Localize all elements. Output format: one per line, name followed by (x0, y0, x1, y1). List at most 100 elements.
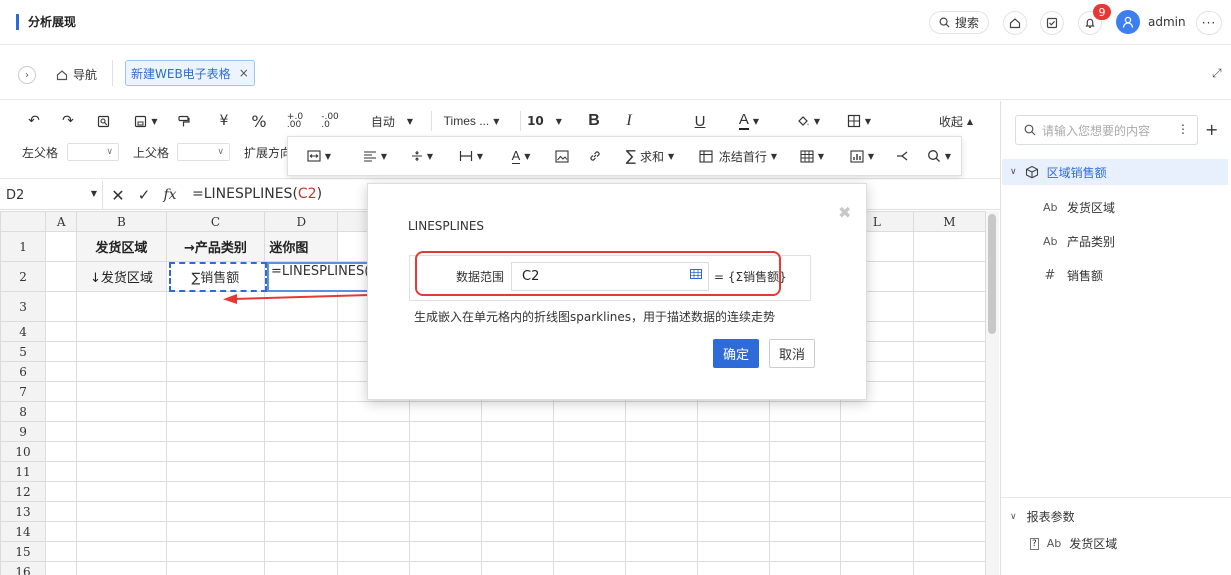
collapse-toolbar-button[interactable]: 收起 ▲ (933, 111, 979, 131)
grid-cell[interactable] (625, 441, 699, 462)
grid-cell[interactable] (839, 421, 914, 442)
column-header[interactable]: B (76, 211, 167, 232)
confirm-edit-icon[interactable]: ✓ (136, 186, 152, 204)
grid-cell[interactable] (337, 561, 411, 575)
grid-cell[interactable] (165, 481, 266, 502)
field-item[interactable]: Ab 产品类别 (1043, 233, 1115, 250)
home-button[interactable] (1003, 11, 1027, 35)
grid-cell[interactable] (697, 541, 770, 562)
grid-cell[interactable] (409, 461, 483, 482)
column-header[interactable]: M (912, 211, 986, 232)
grid-cell[interactable] (264, 361, 339, 382)
grid-cell[interactable] (165, 501, 266, 522)
grid-cell[interactable] (409, 421, 483, 442)
grid-cell[interactable] (553, 501, 627, 522)
add-dataset-icon[interactable]: + (1205, 120, 1218, 139)
row-header[interactable]: 6 (0, 361, 47, 382)
grid-cell[interactable] (768, 401, 841, 422)
report-params-header[interactable]: ∨ 报表参数 (1010, 508, 1075, 525)
grid-cell[interactable] (839, 501, 914, 522)
corner-cell[interactable] (0, 211, 47, 232)
row-header[interactable]: 9 (0, 421, 47, 442)
grid-cell[interactable] (839, 561, 914, 575)
grid-cell[interactable] (625, 421, 699, 442)
grid-cell[interactable] (165, 401, 266, 422)
search-button[interactable]: 搜索 (929, 11, 989, 34)
preview-icon[interactable] (93, 111, 113, 131)
grid-cell[interactable] (76, 561, 167, 575)
grid-cell[interactable] (768, 501, 841, 522)
grid-cell[interactable] (165, 381, 266, 402)
grid-cell[interactable] (337, 541, 411, 562)
grid-cell[interactable] (768, 541, 841, 562)
grid-cell[interactable] (481, 401, 555, 422)
grid-cell[interactable] (165, 341, 266, 362)
row-header[interactable]: 1 (0, 231, 47, 262)
grid-cell[interactable] (625, 521, 699, 542)
more-menu-button[interactable]: ··· (1196, 11, 1222, 35)
nav-link[interactable]: 导航 (56, 66, 97, 83)
dataset-node[interactable]: ∨ 区域销售额 (1002, 159, 1228, 185)
grid-cell[interactable] (337, 521, 411, 542)
grid-cell[interactable] (912, 341, 986, 362)
grid-cell[interactable] (45, 321, 78, 342)
grid-cell[interactable] (76, 501, 167, 522)
grid-cell[interactable] (553, 461, 627, 482)
borders-button[interactable]: ▼ (839, 111, 879, 131)
insert-chart-button[interactable]: ▼ (842, 146, 882, 166)
grid-cell[interactable] (264, 521, 339, 542)
row-header[interactable]: 16 (0, 561, 47, 575)
grid-cell[interactable] (76, 481, 167, 502)
underline-button[interactable]: U (690, 111, 710, 131)
grid-cell[interactable] (165, 321, 266, 342)
grid-cell[interactable] (839, 541, 914, 562)
grid-cell[interactable] (697, 461, 770, 482)
grid-cell[interactable]: 发货区域 (76, 231, 167, 262)
grid-cell[interactable] (76, 441, 167, 462)
grid-cell[interactable] (768, 521, 841, 542)
grid-cell[interactable] (839, 521, 914, 542)
grid-cell[interactable] (264, 381, 339, 402)
grid-cell[interactable] (625, 461, 699, 482)
grid-cell[interactable] (76, 401, 167, 422)
grid-cell[interactable] (839, 401, 914, 422)
grid-cell[interactable]: ↓发货区域 (76, 261, 167, 292)
grid-cell[interactable] (625, 501, 699, 522)
row-header[interactable]: 13 (0, 501, 47, 522)
report-param-item[interactable]: ? Ab 发货区域 (1030, 535, 1117, 552)
grid-cell[interactable] (45, 521, 78, 542)
freeze-button[interactable]: 冻结首行 ▼ (692, 146, 784, 166)
grid-cell[interactable] (481, 501, 555, 522)
grid-cell[interactable] (76, 381, 167, 402)
grid-cell[interactable]: →产品类别 (165, 231, 266, 262)
grid-cell[interactable] (697, 521, 770, 542)
grid-cell[interactable] (264, 341, 339, 362)
row-header[interactable]: 5 (0, 341, 47, 362)
ok-button[interactable]: 确定 (713, 339, 759, 368)
grid-cell[interactable] (912, 501, 986, 522)
left-parent-select[interactable]: ∨ (67, 143, 119, 161)
row-header[interactable]: 11 (0, 461, 47, 482)
branch-icon[interactable] (893, 146, 913, 166)
sum-button[interactable]: ∑ 求和 ▼ (619, 146, 681, 166)
grid-cell[interactable] (697, 441, 770, 462)
grid-cell[interactable] (553, 441, 627, 462)
fill-color-button[interactable]: ▼ (788, 111, 828, 131)
grid-cell[interactable] (409, 481, 483, 502)
grid-cell[interactable] (165, 421, 266, 442)
user-name[interactable]: admin (1148, 15, 1186, 29)
grid-cell[interactable] (45, 401, 78, 422)
row-header[interactable]: 14 (0, 521, 47, 542)
grid-cell[interactable] (337, 401, 411, 422)
grid-cell[interactable] (337, 441, 411, 462)
grid-cell[interactable] (697, 421, 770, 442)
grid-cell[interactable] (76, 291, 167, 322)
insert-link-icon[interactable] (585, 146, 605, 166)
grid-cell[interactable] (553, 481, 627, 502)
grid-cell[interactable] (625, 401, 699, 422)
grid-cell[interactable] (264, 461, 339, 482)
row-header[interactable]: 12 (0, 481, 47, 502)
cancel-edit-icon[interactable]: ✕ (110, 186, 126, 205)
merge-cells-button[interactable]: ▼ (298, 146, 340, 166)
grid-cell[interactable] (912, 421, 986, 442)
